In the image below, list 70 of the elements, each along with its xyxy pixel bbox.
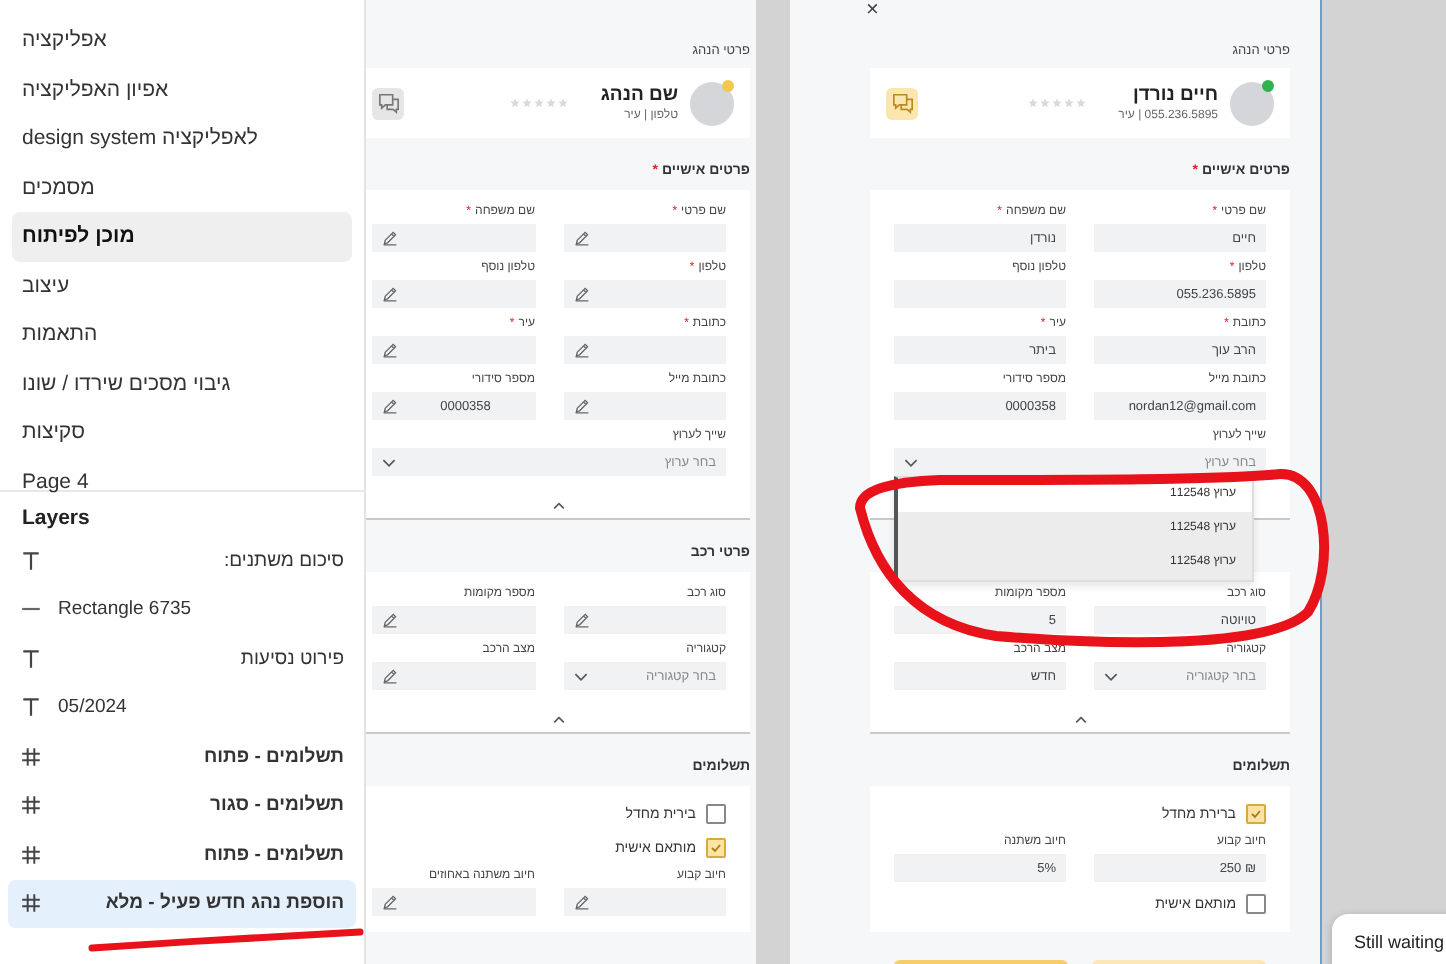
text-field[interactable] [372, 280, 535, 308]
chevron-up-icon[interactable] [551, 501, 565, 509]
page-item[interactable]: design system לאפליקציה [12, 114, 352, 163]
layer-item[interactable]: סיכום משתנים: [8, 536, 356, 585]
chat-button[interactable] [886, 87, 918, 119]
text-icon [20, 696, 42, 719]
close-icon[interactable]: × [866, 0, 879, 22]
frame-icon [20, 745, 42, 768]
edit-icon[interactable] [573, 230, 589, 246]
layer-item[interactable]: תשלומים - פתוח [8, 732, 356, 781]
edit-icon[interactable] [382, 612, 398, 628]
layer-item[interactable]: פירוט נסיעות [8, 634, 356, 683]
frame-icon [20, 794, 42, 817]
text-icon [20, 549, 42, 572]
page-item[interactable]: אפיון האפליקציה [12, 65, 352, 114]
edit-icon[interactable] [382, 668, 398, 684]
edit-icon[interactable] [573, 612, 589, 628]
text-field[interactable] [372, 662, 535, 690]
edit-icon[interactable] [573, 894, 589, 910]
text-field[interactable] [563, 280, 726, 308]
page-item[interactable]: Page 4 [12, 457, 352, 506]
edit-icon[interactable] [382, 230, 398, 246]
layer-item[interactable]: 05/2024 [8, 683, 356, 732]
frame-icon [20, 892, 42, 915]
edit-icon[interactable] [573, 342, 589, 358]
driver-name: שם הנהג [600, 84, 678, 106]
checkbox[interactable] [706, 804, 726, 824]
check-icon [1250, 808, 1262, 820]
text-field[interactable] [563, 224, 726, 252]
text-field[interactable] [563, 392, 726, 420]
edit-icon[interactable] [382, 398, 398, 414]
page-item[interactable]: מוכן לפיתוח [12, 212, 352, 261]
frame-icon [20, 843, 42, 866]
chevron-up-icon[interactable] [1073, 715, 1087, 723]
checkbox[interactable] [706, 838, 726, 858]
text-field[interactable] [372, 224, 535, 252]
edit-icon[interactable] [382, 342, 398, 358]
page-item[interactable]: עיצוב [12, 261, 352, 310]
page-item[interactable]: מסמכים [12, 163, 352, 212]
text-field[interactable] [563, 336, 726, 364]
page-item[interactable]: אפליקציה [12, 16, 352, 65]
chevron-down-icon [904, 457, 918, 467]
edit-icon[interactable] [382, 894, 398, 910]
checkbox[interactable] [1246, 894, 1266, 914]
page-item[interactable]: גיבוי מסכים שירדו / שונו [12, 359, 352, 408]
text-field[interactable] [372, 888, 535, 916]
page-item[interactable]: התאמות [12, 310, 352, 359]
panel-title: Layers [22, 506, 90, 530]
layer-item[interactable]: תשלומים - סגור [8, 781, 356, 830]
check-icon [710, 842, 722, 854]
edit-icon[interactable] [573, 398, 589, 414]
chevron-up-icon[interactable] [551, 715, 565, 723]
chevron-down-icon [1104, 671, 1118, 681]
layer-item[interactable]: תשלומים - פתוח [8, 830, 356, 879]
toast-message: Still waiting [1332, 914, 1446, 964]
text-field[interactable] [372, 336, 535, 364]
chat-button[interactable] [372, 87, 404, 119]
chevron-down-icon [573, 671, 587, 681]
edit-icon[interactable] [382, 286, 398, 302]
page-item[interactable]: סקיצות [12, 408, 352, 457]
layer-item[interactable]: Rectangle 6735 [8, 585, 356, 634]
driver-name: חיים נורדן [1130, 84, 1218, 106]
text-field[interactable] [563, 606, 726, 634]
edit-icon[interactable] [573, 286, 589, 302]
text-field[interactable] [372, 606, 535, 634]
text-icon [20, 647, 42, 670]
text-field[interactable] [563, 888, 726, 916]
chevron-down-icon [382, 457, 396, 467]
layer-item[interactable]: הוספת נהג חדש פעיל - מלא [8, 879, 356, 928]
checkbox[interactable] [1246, 804, 1266, 824]
